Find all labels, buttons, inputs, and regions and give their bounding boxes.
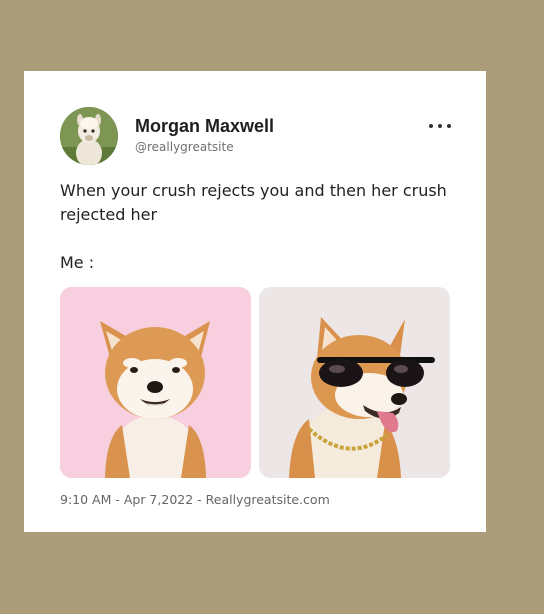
post-body-text: When your crush rejects you and then her…: [60, 181, 447, 224]
sunglasses-shiba-image: [259, 287, 450, 478]
post-caption: Me :: [60, 253, 95, 272]
smiling-shiba-photo[interactable]: [60, 287, 251, 478]
dot: [447, 124, 451, 128]
sunglasses-shiba-photo[interactable]: [259, 287, 450, 478]
more-options-icon[interactable]: [429, 117, 451, 135]
dot: [429, 124, 433, 128]
author-handle[interactable]: @reallygreatsite: [135, 140, 234, 154]
author-name[interactable]: Morgan Maxwell: [135, 116, 274, 137]
post-timestamp: 9:10 AM - Apr 7,2022 - Reallygreatsite.c…: [60, 492, 330, 507]
alpaca-icon: [60, 107, 118, 165]
author-avatar[interactable]: [60, 107, 118, 165]
post-card: Morgan Maxwell @reallygreatsite When you…: [24, 71, 486, 532]
smiling-shiba-image: [60, 287, 251, 478]
dot: [438, 124, 442, 128]
